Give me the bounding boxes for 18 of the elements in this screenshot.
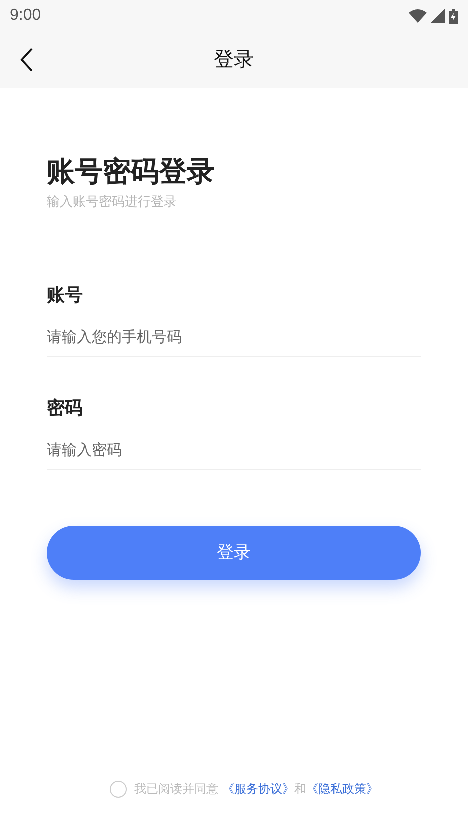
status-time: 9:00 [10,6,42,26]
login-subtitle: 输入账号密码进行登录 [47,193,177,211]
privacy-policy-link[interactable]: 《隐私政策》 [306,780,378,798]
battery-icon [449,8,458,24]
wifi-icon [409,9,427,23]
agree-checkbox[interactable] [110,780,126,798]
back-icon [20,48,34,72]
input-field[interactable]: 请输入密码 [47,432,421,470]
field-label: 账号 [47,284,83,306]
signal-icon [431,9,445,23]
input-field[interactable]: 请输入您的手机号码 [47,318,421,356]
agreement-text: 我已阅读并同意 [134,781,218,798]
joiner-text: 和 [294,781,306,798]
service-agreement-link[interactable]: 《服务协议》 [222,780,294,798]
header-title: 登录 [214,48,254,73]
field-label: 密码 [47,396,83,420]
login-title: 账号密码登录 [47,155,216,189]
login-button[interactable]: 登录 [47,526,421,580]
